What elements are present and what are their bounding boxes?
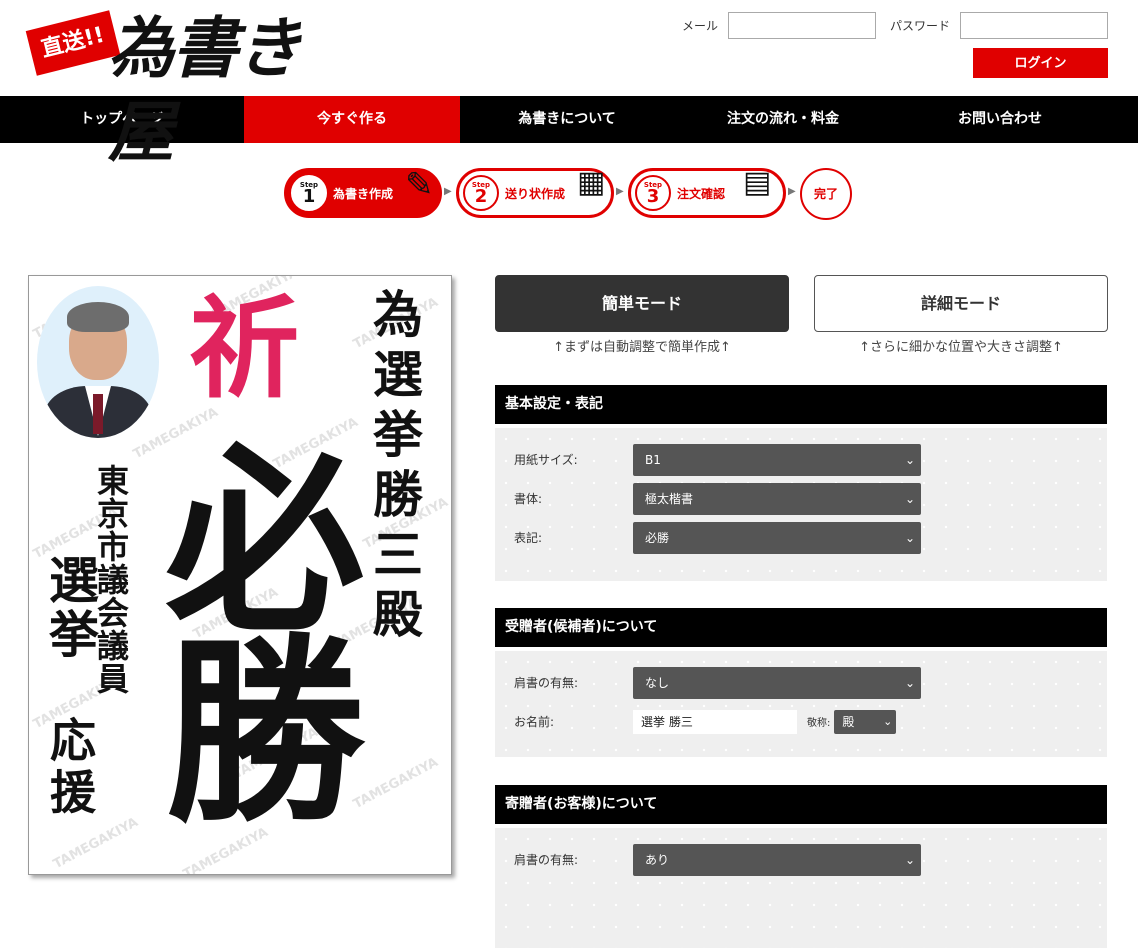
paper-size-label: 用紙サイズ: [514, 453, 578, 467]
chevron-down-icon: ⌄ [904, 491, 915, 506]
sender-name-text: 選挙 [41, 554, 100, 662]
simple-mode-button[interactable]: 簡単モード [495, 275, 789, 332]
watermark: TAMEGAKIYA [50, 814, 141, 873]
step-1: Step 1 為書き作成 ✎ [284, 165, 442, 218]
logo-badge: 直送!! [25, 10, 121, 76]
watermark: TAMEGAKIYA [180, 824, 271, 875]
section-title: 受贈者(候補者)について [495, 608, 1107, 647]
chevron-down-icon: ⌄ [883, 714, 893, 728]
support-text: 応援 [43, 716, 97, 820]
step-arrow-icon: ▶ [616, 186, 624, 197]
email-input[interactable] [727, 12, 876, 39]
logo-text: 為書き屋 [108, 9, 302, 171]
step-done: 完了 [800, 168, 852, 220]
chevron-down-icon: ⌄ [904, 675, 915, 690]
honorific-select[interactable]: 殿 ⌄ [834, 709, 897, 734]
main-text: 必勝 [130, 436, 365, 816]
chevron-down-icon: ⌄ [904, 452, 915, 467]
inori-text: 祈 [170, 290, 299, 400]
step-1-badge: Step 1 [291, 175, 327, 211]
step-3-badge: Step 3 [635, 175, 671, 211]
section-title: 基本設定・表記 [495, 385, 1107, 424]
detail-mode-button[interactable]: 詳細モード [814, 275, 1108, 332]
header: 直送!! 為書き屋 メール パスワード ログイン [0, 0, 1138, 171]
candidate-photo [37, 286, 159, 438]
recipient-section: 受贈者(候補者)について 肩書の有無: なし ⌄ お名前: 選挙 勝三 敬称: 殿… [495, 608, 1107, 757]
sender-title-label: 肩書の有無: [514, 853, 579, 867]
step-3: Step 3 注文確認 ▤ [628, 165, 786, 218]
step-3-label: 注文確認 [677, 187, 726, 201]
chevron-down-icon: ⌄ [904, 852, 915, 867]
notation-select[interactable]: 必勝 ⌄ [633, 521, 921, 554]
simple-mode-note: ↑まずは自動調整で簡単作成↑ [553, 340, 731, 355]
login-area: メール パスワード ログイン [681, 12, 1108, 78]
brush-icon: ✎ [405, 165, 434, 205]
recipient-name-input[interactable]: 選挙 勝三 [633, 709, 797, 734]
login-button[interactable]: ログイン [973, 48, 1108, 78]
site-logo[interactable]: 直送!! 為書き屋 [25, 6, 360, 171]
font-label: 書体: [514, 492, 543, 506]
password-input[interactable] [960, 12, 1108, 39]
paper-size-select[interactable]: B1 ⌄ [633, 443, 921, 476]
nav-contact[interactable]: お問い合わせ [892, 96, 1108, 143]
font-select[interactable]: 極太楷書 ⌄ [633, 482, 921, 515]
step-2-badge: Step 2 [463, 175, 499, 211]
recipient-title-select[interactable]: なし ⌄ [633, 666, 921, 699]
step-indicator: Step 1 為書き作成 ✎ ▶ Step 2 送り状作成 ▦ ▶ Step 3 注文… [284, 164, 854, 222]
step-2: Step 2 送り状作成 ▦ [456, 165, 614, 218]
recipient-name-label: お名前: [514, 715, 555, 729]
password-label: パスワード [889, 19, 950, 33]
sender-section: 寄贈者(お客様)について 肩書の有無: あり ⌄ [495, 785, 1107, 948]
nav-about[interactable]: 為書きについて [460, 96, 674, 143]
step-2-label: 送り状作成 [505, 187, 566, 201]
step-1-label: 為書き作成 [333, 187, 394, 201]
step-arrow-icon: ▶ [788, 186, 796, 197]
tamegaki-preview: TAMEGAKIYA TAMEGAKIYA TAMEGAKIYA TAMEGAK… [28, 275, 452, 875]
phone-icon: ▦ [577, 165, 606, 200]
email-label: メール [681, 19, 718, 33]
chevron-down-icon: ⌄ [904, 530, 915, 545]
section-title: 寄贈者(お客様)について [495, 785, 1107, 824]
nav-flow-price[interactable]: 注文の流れ・料金 [674, 96, 892, 143]
sender-title-select[interactable]: あり ⌄ [633, 843, 921, 876]
step-arrow-icon: ▶ [444, 186, 452, 197]
detail-mode-note: ↑さらに細かな位置や大きさ調整↑ [859, 340, 1063, 355]
basic-settings-section: 基本設定・表記 用紙サイズ: B1 ⌄ 書体: 極太楷書 ⌄ 表記: 必勝 ⌄ [495, 385, 1107, 581]
notation-label: 表記: [514, 531, 543, 545]
recipient-title-label: 肩書の有無: [514, 676, 579, 690]
document-icon: ▤ [743, 165, 772, 200]
recipient-text: 為選挙勝三殿 [365, 288, 424, 648]
honorific-label: 敬称: [807, 718, 831, 729]
